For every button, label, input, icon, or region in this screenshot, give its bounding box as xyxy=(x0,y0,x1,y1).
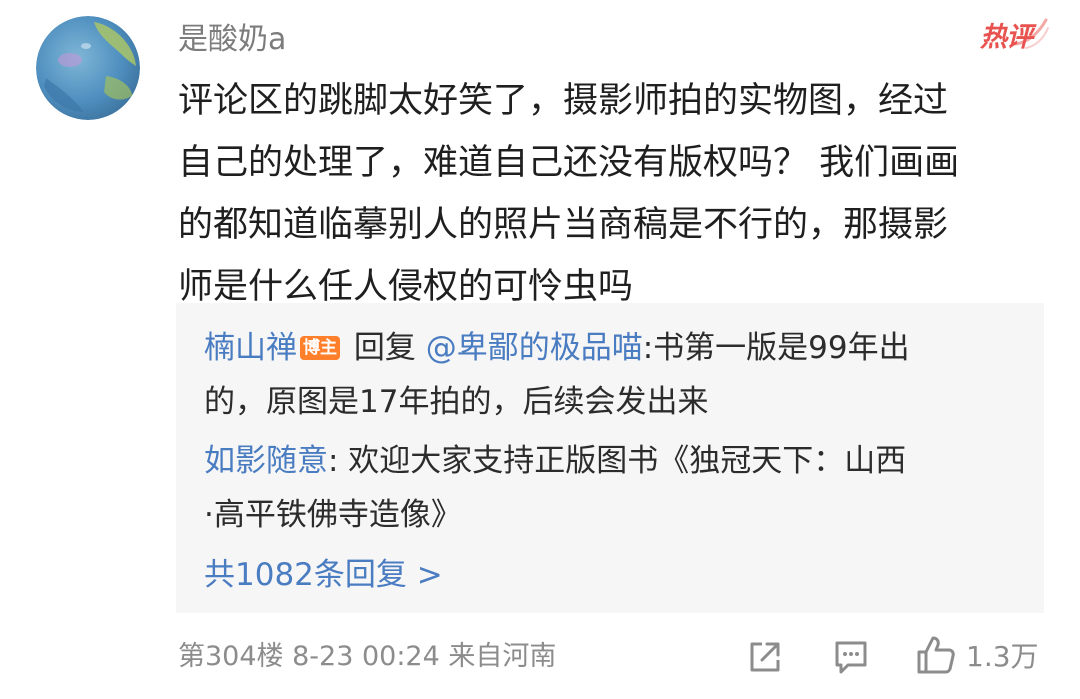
reply-text: ·高平铁佛寺造像》 xyxy=(204,497,462,533)
comment-text: 评论区的跳脚太好笑了，摄影师拍的实物图，经过 自己的处理了，难道自己还没有版权吗… xyxy=(178,70,1038,318)
reply-first-line: 如影随意: 欢迎大家支持正版图书《独冠天下：山西 xyxy=(204,434,1024,488)
comment-meta: 第304楼 8-23 00:24 来自河南 xyxy=(178,641,557,672)
avatar[interactable] xyxy=(36,16,140,120)
reply-text: :书第一版是99年出 xyxy=(642,330,910,366)
reply-author[interactable]: 楠山禅 xyxy=(204,330,297,366)
hot-badge-label: 热评 xyxy=(980,22,1033,53)
like-count: 1.3万 xyxy=(966,640,1039,673)
reply-item[interactable]: 如影随意: 欢迎大家支持正版图书《独冠天下：山西 ·高平铁佛寺造像》 xyxy=(204,434,1024,542)
reply-author[interactable]: 如影随意 xyxy=(204,443,328,479)
replies-panel[interactable]: 楠山禅 博主 回复 @卑鄙的极品喵:书第一版是99年出 的，原图是17年拍的，后续… xyxy=(176,303,1044,613)
reply-text: 的，原图是17年拍的，后续会发出来 xyxy=(204,384,709,420)
blogger-badge: 博主 xyxy=(300,336,340,360)
thumbs-up-icon[interactable] xyxy=(915,634,957,676)
comment-icon-graphic xyxy=(835,641,867,674)
comment-text-line: 的都知道临摹别人的照片当商稿是不行的，那摄影 xyxy=(178,205,949,245)
share-icon[interactable] xyxy=(746,638,784,676)
reply-first-line: 楠山禅 博主 回复 @卑鄙的极品喵:书第一版是99年出 xyxy=(204,321,1024,375)
comment-text-line: 评论区的跳脚太好笑了，摄影师拍的实物图，经过 xyxy=(178,81,949,121)
view-all-replies-link[interactable]: 共1082条回复 > xyxy=(204,548,443,602)
share-icon-graphic xyxy=(750,642,780,672)
comment-username[interactable]: 是酸奶a xyxy=(178,18,286,62)
reply-text: : 欢迎大家支持正版图书《独冠天下：山西 xyxy=(328,443,907,479)
reply-item[interactable]: 楠山禅 博主 回复 @卑鄙的极品喵:书第一版是99年出 的，原图是17年拍的，后续… xyxy=(204,321,1024,429)
reply-word: 回复 xyxy=(344,330,426,366)
reply-mention[interactable]: @卑鄙的极品喵 xyxy=(426,330,643,366)
comment-icon[interactable] xyxy=(832,638,870,676)
thumbs-up-icon-graphic xyxy=(917,636,955,674)
comment-text-line: 自己的处理了，难道自己还没有版权吗？ 我们画画 xyxy=(178,143,960,183)
avatar-image xyxy=(36,16,140,120)
hot-comment-badge: 热评 xyxy=(976,14,1050,60)
